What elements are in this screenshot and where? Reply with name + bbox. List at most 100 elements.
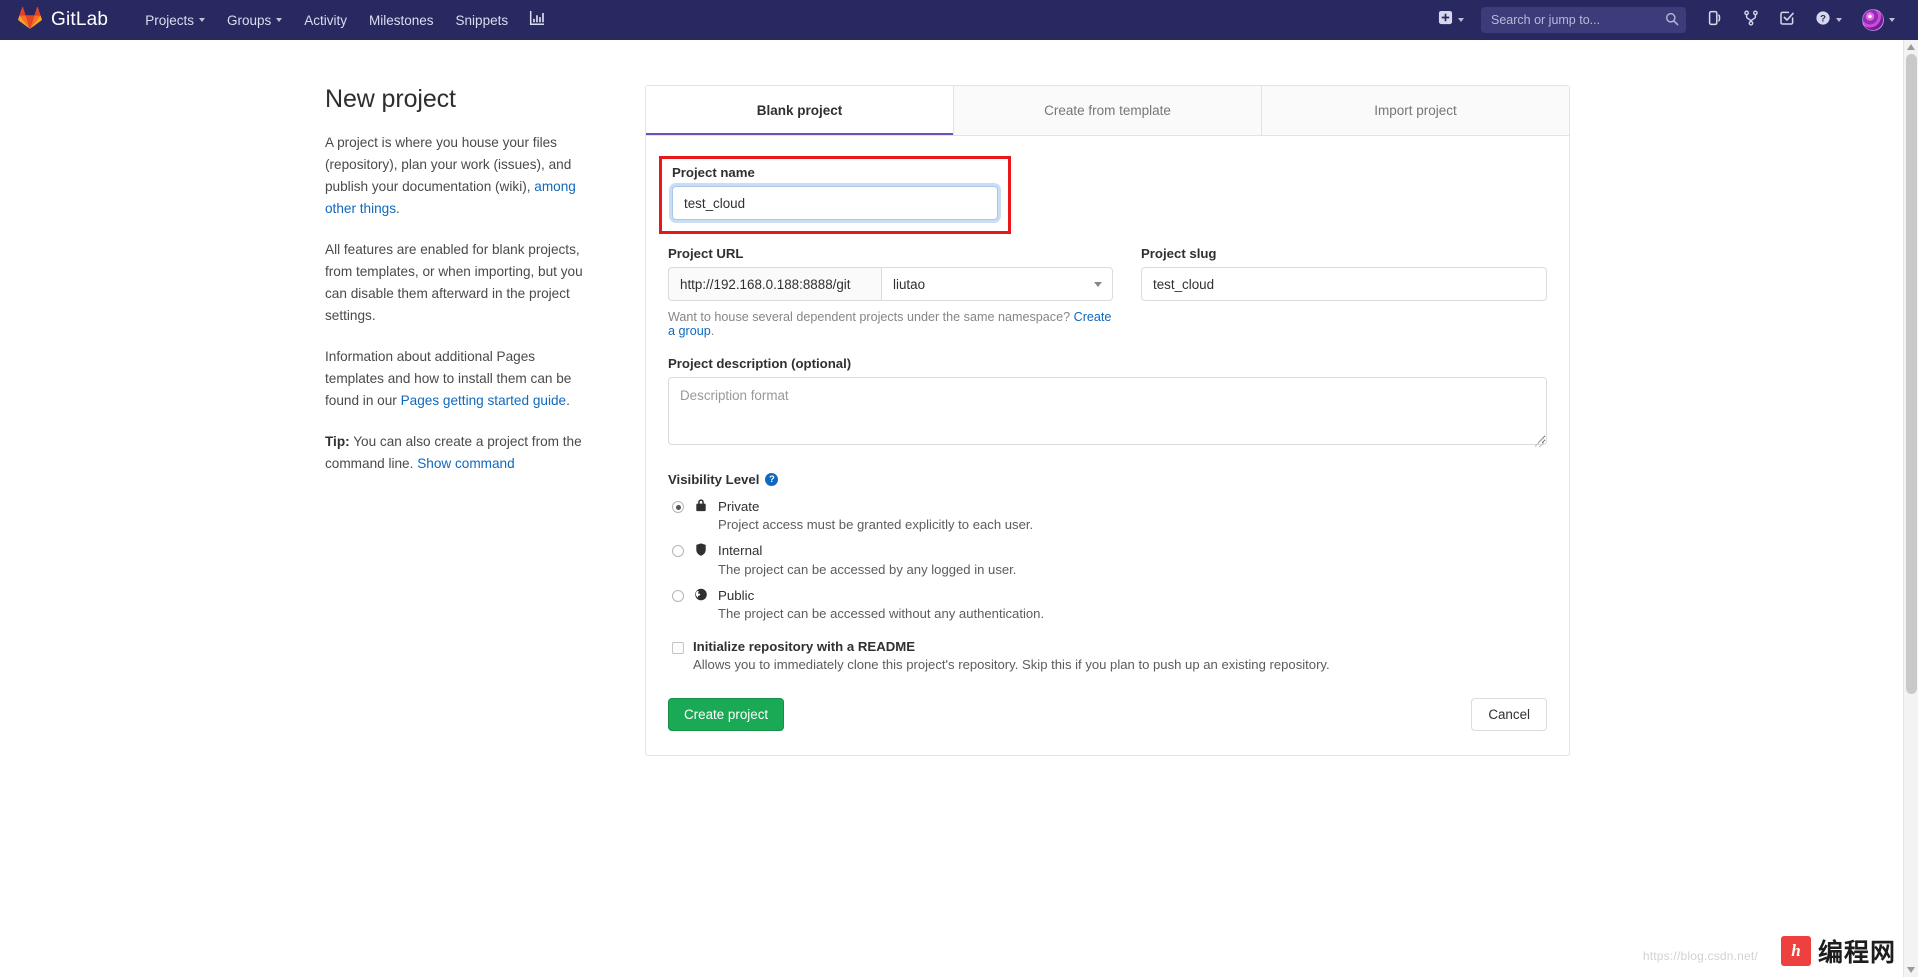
navbar-right-cluster: ? [1429, 2, 1904, 38]
scroll-up-arrow-icon[interactable] [1907, 44, 1915, 50]
visibility-private-description: Project access must be granted explicitl… [718, 517, 1034, 533]
radio-public[interactable] [672, 589, 684, 602]
main-nav: Projects Groups Activity Milestones Snip… [134, 2, 554, 38]
scrollbar-thumb[interactable] [1906, 54, 1917, 694]
tab-import-project-label: Import project [1374, 103, 1457, 118]
nav-label-snippets: Snippets [455, 12, 509, 28]
radio-internal[interactable] [672, 545, 684, 558]
show-command-link[interactable]: Show command [417, 456, 514, 471]
gitlab-tanuki-icon [18, 6, 42, 34]
project-url-label: Project URL [668, 246, 744, 261]
issues-button[interactable] [1698, 3, 1732, 38]
watermark-logo: h 编程网 [1780, 933, 1896, 969]
issues-icon [1707, 10, 1723, 31]
visibility-public-description: The project can be accessed without any … [718, 605, 1045, 621]
tab-import-project[interactable]: Import project [1262, 86, 1569, 135]
chevron-down-icon [198, 18, 205, 22]
intro-p3-period: . [566, 393, 570, 409]
global-search[interactable] [1481, 7, 1686, 33]
intro-paragraph-2: All features are enabled for blank proje… [325, 242, 583, 324]
project-name-input[interactable] [672, 186, 998, 220]
project-type-tabs: Blank project Create from template Impor… [646, 86, 1569, 136]
namespace-selected-value: liutao [893, 276, 926, 292]
todos-button[interactable] [1770, 3, 1804, 38]
nav-item-snippets[interactable]: Snippets [445, 3, 520, 38]
top-navbar: GitLab Projects Groups Activity Mileston… [0, 0, 1918, 40]
project-slug-label: Project slug [1141, 246, 1217, 261]
merge-requests-button[interactable] [1734, 3, 1768, 38]
nav-item-activity[interactable]: Activity [293, 3, 358, 38]
merge-requests-icon [1743, 10, 1759, 31]
chevron-down-icon [276, 18, 283, 22]
namespace-help-before: Want to house several dependent projects… [668, 310, 1074, 324]
globe-icon [694, 587, 710, 621]
visibility-private-title: Private [718, 499, 760, 514]
visibility-option-public[interactable]: Public The project can be accessed witho… [668, 586, 1547, 621]
tab-create-from-template-label: Create from template [1044, 103, 1171, 118]
readme-checkbox[interactable] [672, 641, 684, 654]
tab-create-from-template[interactable]: Create from template [954, 86, 1262, 135]
namespace-select[interactable]: liutao [881, 267, 1113, 301]
nav-label-groups: Groups [226, 12, 272, 28]
page-content: New project A project is where you house… [0, 40, 1918, 977]
shield-icon [694, 542, 710, 576]
create-project-button[interactable]: Create project [668, 697, 785, 731]
page-scrollbar[interactable] [1903, 40, 1918, 977]
intro-p1-period: . [396, 201, 400, 217]
search-input[interactable] [1489, 12, 1678, 28]
new-project-card: Blank project Create from template Impor… [645, 85, 1570, 756]
visibility-option-private[interactable]: Private Project access must be granted e… [668, 497, 1547, 532]
project-name-label: Project name [672, 165, 755, 180]
readme-title: Initialize repository with a README [693, 638, 916, 654]
chevron-down-icon [1889, 18, 1895, 22]
tab-blank-project-label: Blank project [756, 103, 843, 118]
chevron-down-icon [1094, 281, 1102, 287]
gitlab-logo-home-link[interactable]: GitLab [18, 6, 108, 34]
annotation-highlight-box: Project name [659, 156, 1011, 234]
tip-label: Tip: [325, 434, 350, 450]
project-description-wrapper [668, 377, 1547, 450]
search-icon [1665, 12, 1679, 31]
user-menu-button[interactable] [1853, 2, 1904, 38]
blank-project-form: Project name Project URL http://192.168.… [646, 136, 1569, 755]
avatar [1862, 9, 1884, 31]
project-url-prefix: http://192.168.0.188:8888/git [668, 267, 881, 301]
help-icon: ? [1815, 10, 1831, 31]
intro-column: New project A project is where you house… [325, 85, 625, 756]
nav-item-milestones[interactable]: Milestones [358, 3, 445, 38]
lock-icon [694, 498, 710, 532]
visibility-level-header: Visibility Level ? [668, 472, 1547, 487]
chart-bar-icon [529, 10, 545, 30]
radio-private[interactable] [672, 501, 684, 513]
intro-paragraph-3: Information about additional Pages templ… [325, 346, 597, 412]
nav-label-milestones: Milestones [369, 12, 434, 28]
project-url-group: Project URL http://192.168.0.188:8888/gi… [668, 246, 1113, 338]
form-actions: Create project Cancel [668, 697, 1547, 731]
cancel-button[interactable]: Cancel [1471, 697, 1547, 731]
plus-square-icon [1438, 10, 1453, 30]
svg-text:?: ? [1820, 13, 1826, 24]
pages-getting-started-guide-link[interactable]: Pages getting started guide [401, 393, 567, 408]
scroll-down-arrow-icon[interactable] [1907, 967, 1915, 973]
chevron-down-icon [1458, 18, 1464, 22]
page-title: New project [325, 85, 456, 113]
question-circle-icon[interactable]: ? [765, 473, 779, 486]
project-description-label: Project description (optional) [668, 356, 852, 371]
nav-item-groups[interactable]: Groups [216, 3, 293, 38]
help-dropdown-button[interactable]: ? [1806, 3, 1851, 38]
nav-item-analytics[interactable] [519, 2, 554, 38]
project-slug-input[interactable] [1141, 267, 1547, 301]
visibility-option-internal[interactable]: Internal The project can be accessed by … [668, 541, 1547, 577]
tab-blank-project[interactable]: Blank project [646, 86, 954, 135]
todos-icon [1779, 10, 1795, 31]
readme-description: Allows you to immediately clone this pro… [693, 656, 1330, 672]
initialize-readme-option[interactable]: Initialize repository with a README Allo… [668, 639, 1547, 672]
visibility-internal-title: Internal [718, 543, 763, 559]
project-description-textarea[interactable] [668, 377, 1547, 445]
namespace-help-after: . [710, 324, 715, 338]
watermark-mark-icon: h [1780, 936, 1811, 966]
new-dropdown-button[interactable] [1429, 3, 1473, 37]
watermark-brand-name: 编程网 [1817, 939, 1896, 967]
nav-item-projects[interactable]: Projects [134, 3, 216, 38]
chevron-down-icon [1836, 18, 1842, 22]
